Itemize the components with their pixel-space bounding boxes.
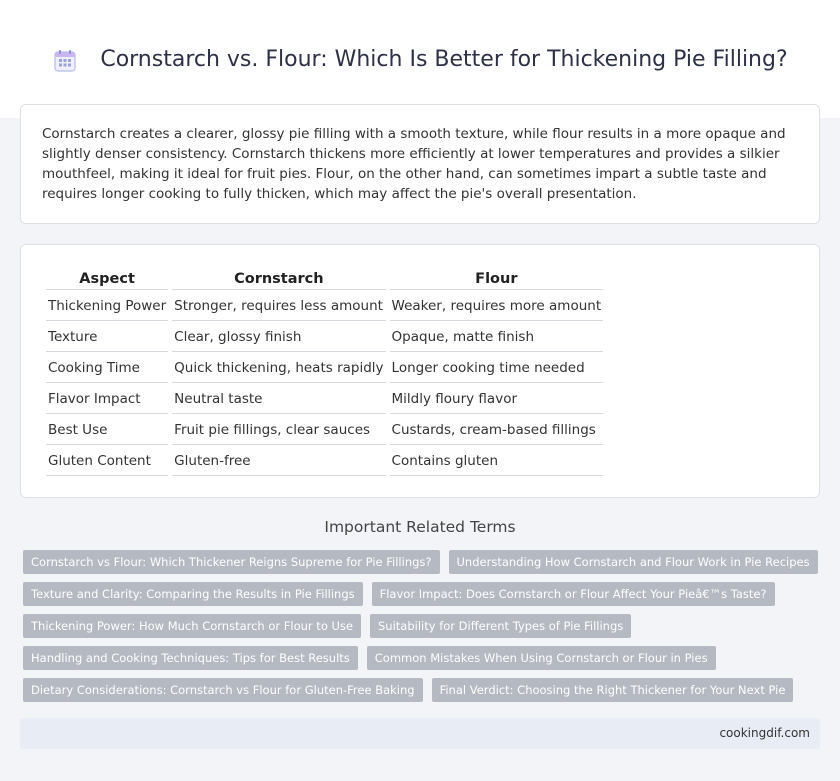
tag-row: Dietary Considerations: Cornstarch vs Fl… [23,678,823,702]
column-header-cornstarch: Cornstarch [172,268,386,290]
related-term-link[interactable]: Cornstarch vs Flour: Which Thickener Rei… [23,550,440,574]
footer: cookingdif.com [20,718,820,749]
related-term-link[interactable]: Thickening Power: How Much Cornstarch or… [23,614,361,638]
table-cell: Fruit pie fillings, clear sauces [172,416,386,445]
table-cell: Clear, glossy finish [172,323,386,352]
table-cell: Thickening Power [46,292,169,321]
related-term-link[interactable]: Handling and Cooking Techniques: Tips fo… [23,646,358,670]
table-cell: Mildly floury flavor [389,385,604,414]
table-cell: Cooking Time [46,354,169,383]
related-terms-title: Important Related Terms [324,518,516,536]
table-cell: Weaker, requires more amount [389,292,604,321]
table-cell: Quick thickening, heats rapidly [172,354,386,383]
table-header-row: Aspect Cornstarch Flour [46,268,604,290]
calendar-grid-icon [54,50,76,72]
table-cell: Gluten Content [46,447,169,476]
table-cell: Contains gluten [389,447,604,476]
table-row: Cooking Time Quick thickening, heats rap… [46,354,604,383]
table-cell: Best Use [46,416,169,445]
related-term-link[interactable]: Flavor Impact: Does Cornstarch or Flour … [371,582,775,606]
intro-card: Cornstarch creates a clearer, glossy pie… [20,104,820,224]
column-header-flour: Flour [389,268,604,290]
related-term-link[interactable]: Understanding How Cornstarch and Flour W… [448,550,818,574]
tag-row: Texture and Clarity: Comparing the Resul… [23,582,823,606]
tag-row: Handling and Cooking Techniques: Tips fo… [23,646,823,670]
table-row: Texture Clear, glossy finish Opaque, mat… [46,323,604,352]
table-cell: Opaque, matte finish [389,323,604,352]
related-term-link[interactable]: Final Verdict: Choosing the Right Thicke… [431,678,794,702]
table-row: Gluten Content Gluten-free Contains glut… [46,447,604,476]
page-title: Cornstarch vs. Flour: Which Is Better fo… [100,46,788,72]
table-row: Flavor Impact Neutral taste Mildly flour… [46,385,604,414]
related-term-link[interactable]: Texture and Clarity: Comparing the Resul… [23,582,363,606]
comparison-table: Aspect Cornstarch Flour Thickening Power… [42,266,607,478]
table-row: Best Use Fruit pie fillings, clear sauce… [46,416,604,445]
table-row: Thickening Power Stronger, requires less… [46,292,604,321]
table-cell: Neutral taste [172,385,386,414]
table-cell: Gluten-free [172,447,386,476]
footer-site-link[interactable]: cookingdif.com [719,726,810,740]
table-cell: Longer cooking time needed [389,354,604,383]
related-term-link[interactable]: Suitability for Different Types of Pie F… [370,614,632,638]
related-term-link[interactable]: Dietary Considerations: Cornstarch vs Fl… [23,678,423,702]
table-cell: Flavor Impact [46,385,169,414]
tag-row: Thickening Power: How Much Cornstarch or… [23,614,823,638]
table-cell: Stronger, requires less amount [172,292,386,321]
table-cell: Custards, cream-based fillings [389,416,604,445]
column-header-aspect: Aspect [46,268,169,290]
comparison-card: Aspect Cornstarch Flour Thickening Power… [20,244,820,498]
tag-row: Cornstarch vs Flour: Which Thickener Rei… [23,550,823,574]
table-cell: Texture [46,323,169,352]
related-terms-list: Cornstarch vs Flour: Which Thickener Rei… [23,550,823,710]
intro-text: Cornstarch creates a clearer, glossy pie… [42,126,786,202]
page-header: Cornstarch vs. Flour: Which Is Better fo… [0,0,840,118]
related-term-link[interactable]: Common Mistakes When Using Cornstarch or… [366,646,716,670]
